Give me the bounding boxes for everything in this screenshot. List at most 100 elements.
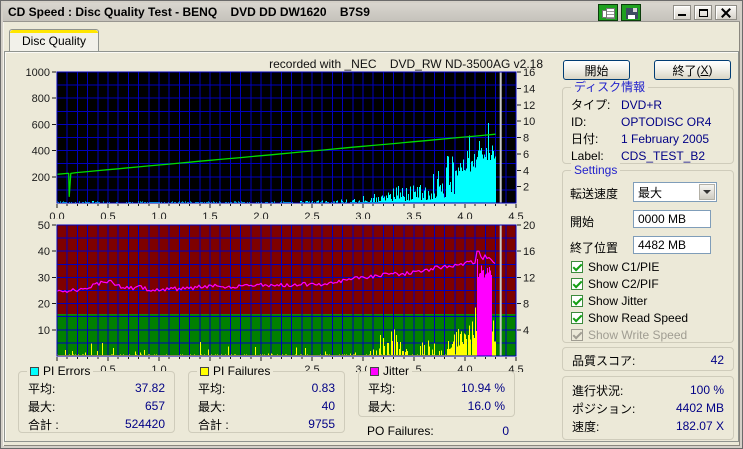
svg-text:10: 10	[523, 116, 535, 128]
restore-icon	[699, 9, 708, 17]
jitter-avg: 10.94 %	[461, 381, 505, 395]
combo-dropdown-button[interactable]	[699, 184, 715, 200]
svg-text:8: 8	[523, 299, 529, 311]
pi-errors-max: 657	[145, 399, 165, 413]
pi-errors-chart: 10008006004002001614121086420.00.51.01.5…	[20, 66, 560, 219]
pi-failures-swatch	[200, 367, 209, 376]
minimize-icon	[678, 14, 686, 16]
checkbox-checked-icon	[571, 278, 583, 290]
svg-text:2: 2	[523, 182, 529, 194]
chevron-down-icon	[703, 190, 711, 194]
pi-failures-avg: 0.83	[312, 381, 335, 395]
quality-score-value: 42	[711, 353, 724, 367]
svg-text:3.0: 3.0	[355, 211, 370, 219]
max-label: 最大:	[198, 398, 225, 415]
checkbox-show-write-speed: Show Write Speed	[571, 328, 687, 342]
screenshot-icon[interactable]	[598, 4, 618, 21]
close-button[interactable]	[715, 5, 737, 20]
svg-text:0.0: 0.0	[49, 211, 64, 219]
checkbox-show-c1-pie[interactable]: Show C1/PIE	[571, 260, 659, 274]
max-label: 最大:	[28, 398, 55, 415]
title-bar[interactable]: CD Speed : Disc Quality Test - BENQ DVD …	[3, 3, 740, 22]
start-pos-field[interactable]: 0000 MB	[633, 210, 711, 228]
jitter-legend-box: Jitter 平均:10.94 % 最大:16.0 %	[358, 371, 515, 417]
total-label: 合計 :	[198, 416, 229, 433]
avg-label: 平均:	[368, 380, 395, 397]
pi-failures-legend-box: PI Failures 平均:0.83 最大:40 合計 :9755	[188, 371, 345, 433]
svg-text:800: 800	[32, 93, 50, 105]
settings-box: Settings 転送速度 最大 開始 0000 MB 終了位置 4482 MB…	[562, 170, 734, 343]
disc-type-value: DVD+R	[621, 98, 662, 112]
app-window: CD Speed : Disc Quality Test - BENQ DVD …	[0, 0, 743, 449]
svg-text:4: 4	[523, 325, 529, 337]
svg-text:20: 20	[523, 220, 535, 232]
pi-failures-total: 9755	[308, 417, 335, 431]
progress-label: 進行状況:	[572, 382, 623, 399]
pi-errors-swatch	[30, 367, 39, 376]
checkbox-show-read-speed[interactable]: Show Read Speed	[571, 311, 688, 325]
svg-text:30: 30	[38, 272, 50, 284]
close-icon	[720, 7, 732, 19]
po-failures-value: 0	[502, 424, 509, 438]
start-button[interactable]: 開始	[563, 60, 630, 80]
pi-errors-total: 524420	[125, 417, 165, 431]
svg-text:2.5: 2.5	[304, 211, 319, 219]
end-pos-label: 終了位置	[570, 239, 618, 256]
pi-errors-legend-title: PI Errors	[27, 364, 93, 378]
svg-text:400: 400	[32, 146, 50, 158]
svg-text:1.0: 1.0	[151, 211, 166, 219]
transfer-speed-label: 転送速度	[570, 185, 618, 202]
minimize-button[interactable]	[673, 5, 691, 20]
speed-value: 182.07 X	[676, 419, 724, 433]
disc-date-label: 日付:	[571, 130, 621, 147]
restore-button[interactable]	[694, 5, 712, 20]
po-failures-label: PO Failures:	[367, 424, 434, 438]
exit-button[interactable]: 終了(X)	[654, 60, 731, 80]
end-pos-field[interactable]: 4482 MB	[633, 236, 711, 254]
svg-text:1000: 1000	[26, 67, 50, 79]
svg-text:12: 12	[523, 100, 535, 112]
save-icon[interactable]	[621, 4, 641, 21]
max-label: 最大:	[368, 398, 395, 415]
avg-label: 平均:	[28, 380, 55, 397]
quality-score-box: 品質スコア:42	[562, 347, 734, 371]
svg-text:600: 600	[32, 119, 50, 131]
transfer-speed-select[interactable]: 最大	[633, 182, 717, 202]
jitter-legend-title: Jitter	[367, 364, 412, 378]
checkbox-checked-icon	[571, 295, 583, 307]
svg-text:6: 6	[523, 149, 529, 161]
pi-failures-max: 40	[322, 399, 335, 413]
tab-label: Disc Quality	[22, 34, 86, 48]
disc-label-value: CDS_TEST_B2	[621, 149, 705, 163]
svg-text:16: 16	[523, 246, 535, 258]
svg-text:2.0: 2.0	[253, 211, 268, 219]
svg-text:4: 4	[523, 165, 529, 177]
checkbox-checked-icon	[571, 261, 583, 273]
svg-text:10: 10	[38, 325, 50, 337]
pi-errors-avg: 37.82	[135, 381, 165, 395]
total-label: 合計 :	[28, 416, 59, 433]
po-failures-row: PO Failures: 0	[363, 422, 513, 440]
checkbox-show-c2-pif[interactable]: Show C2/PIF	[571, 277, 659, 291]
tab-disc-quality[interactable]: Disc Quality	[9, 29, 99, 52]
pi-failures-legend-title: PI Failures	[197, 364, 273, 378]
svg-text:0.5: 0.5	[100, 211, 115, 219]
svg-text:14: 14	[523, 83, 535, 95]
position-label: ポジション:	[572, 400, 635, 417]
svg-text:12: 12	[523, 272, 535, 284]
disc-type-label: タイプ:	[571, 96, 621, 113]
jitter-max: 16.0 %	[468, 399, 505, 413]
jitter-swatch	[370, 367, 379, 376]
svg-text:200: 200	[32, 172, 50, 184]
settings-title: Settings	[571, 163, 620, 177]
svg-text:4.5: 4.5	[508, 211, 523, 219]
disc-id-value: OPTODISC OR4	[621, 115, 711, 129]
svg-text:16: 16	[523, 67, 535, 79]
svg-text:40: 40	[38, 246, 50, 258]
svg-text:4.0: 4.0	[457, 211, 472, 219]
disc-date-value: 1 February 2005	[621, 132, 709, 146]
svg-text:1.5: 1.5	[202, 211, 217, 219]
position-value: 4402 MB	[676, 401, 724, 415]
checkbox-show-jitter[interactable]: Show Jitter	[571, 294, 647, 308]
disc-info-title: ディスク情報	[571, 80, 648, 94]
